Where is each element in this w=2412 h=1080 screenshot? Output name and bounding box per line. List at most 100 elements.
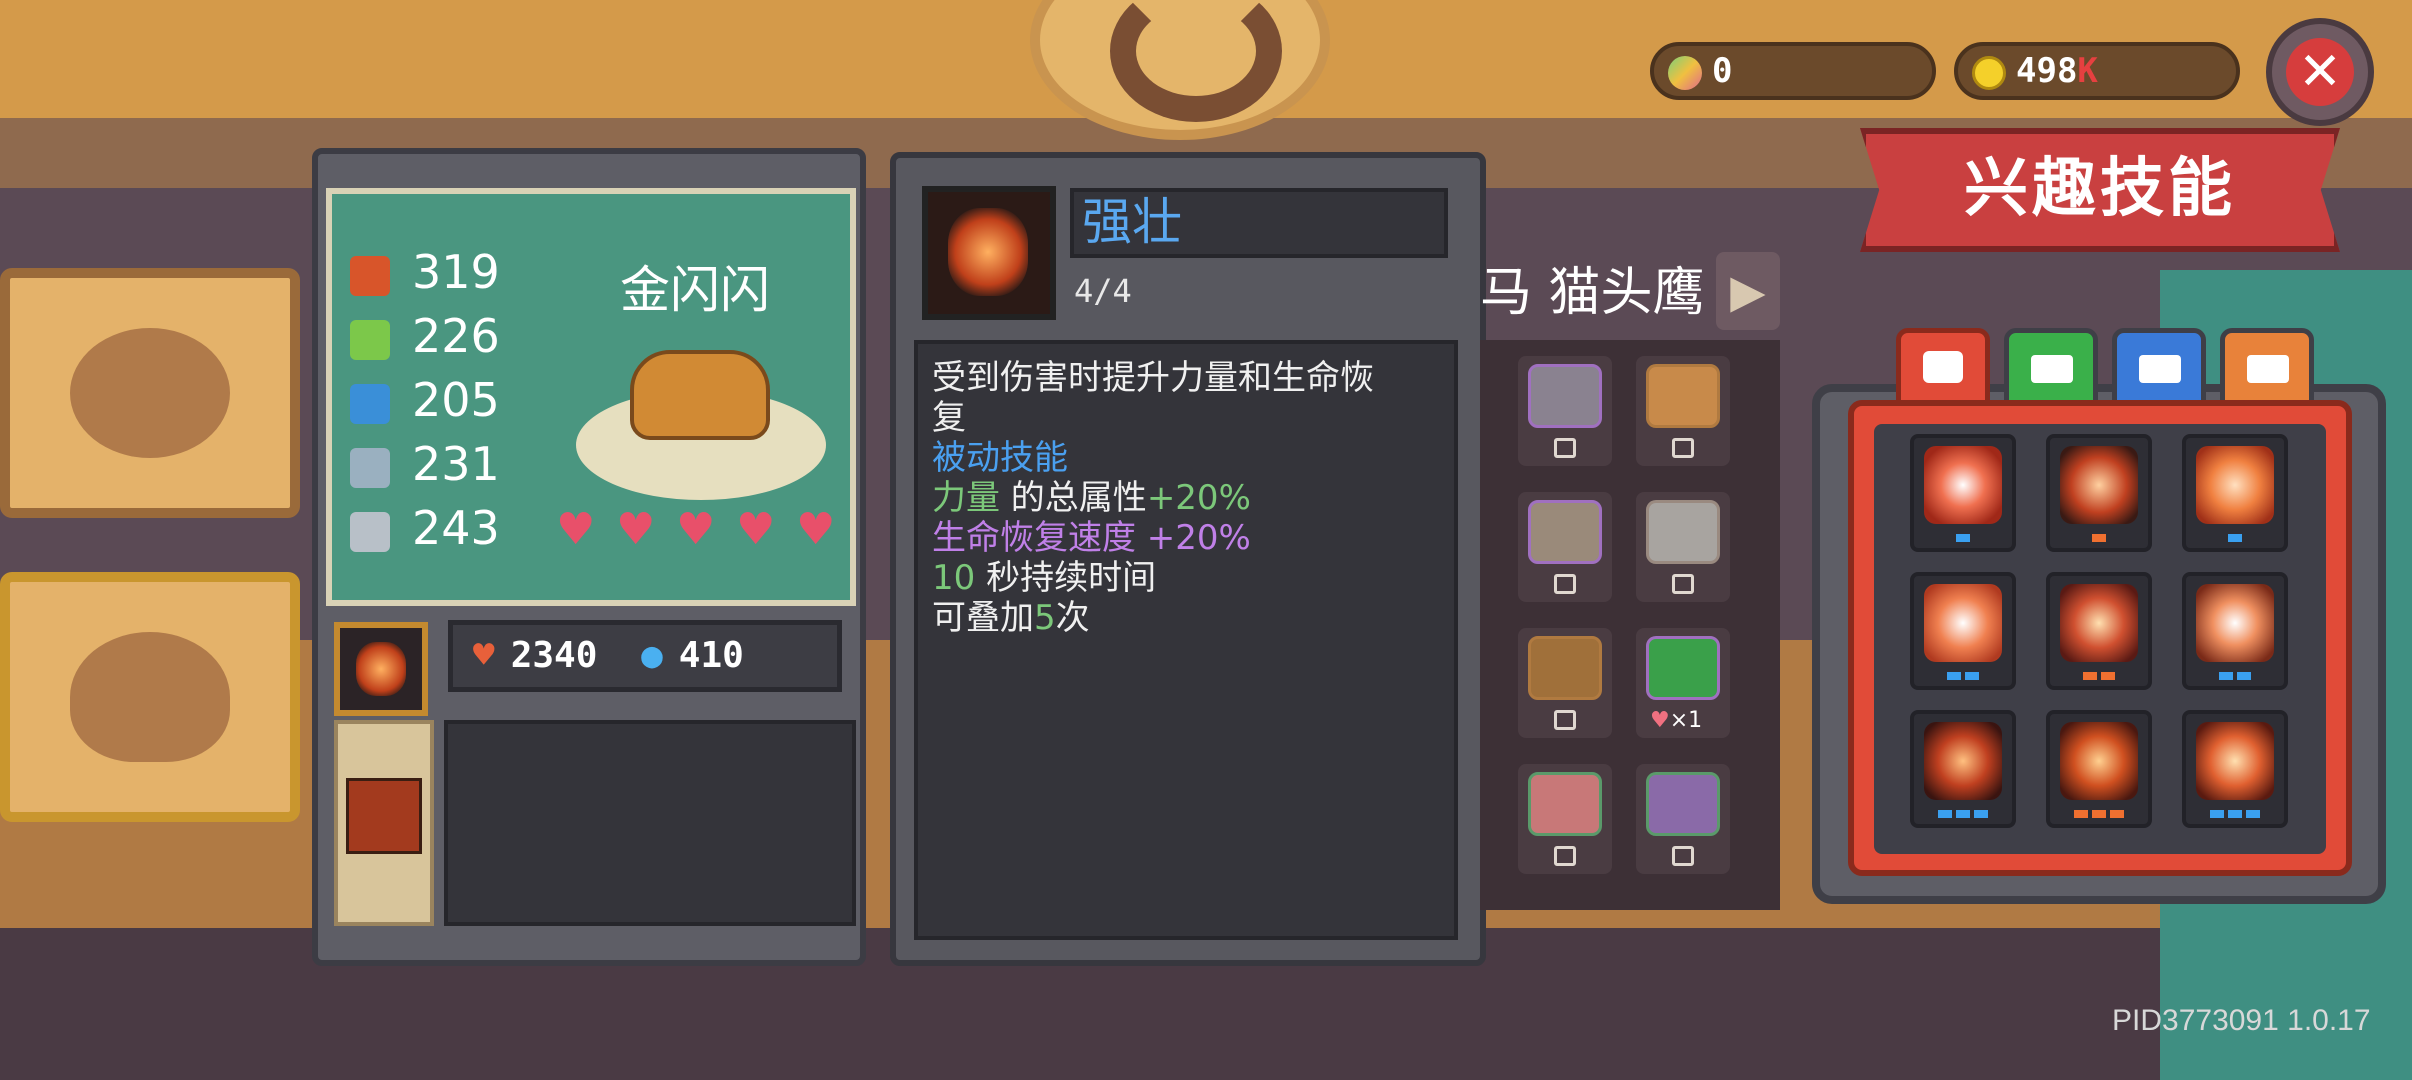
stack-line: 可叠加5次 <box>932 598 1440 638</box>
skill-vortex[interactable] <box>2046 572 2152 690</box>
shield-icon <box>350 511 390 552</box>
pet-slot-hippo-purple[interactable] <box>1636 764 1730 874</box>
skill-level-pips <box>1914 672 2012 680</box>
slash-skill-icon <box>2060 446 2138 524</box>
hobby-skill-banner: 兴趣技能 <box>1860 128 2340 252</box>
effect-line-1: 力量 的总属性+20% <box>932 478 1440 518</box>
pet-slot-tiger[interactable] <box>1636 356 1730 466</box>
coin-counter: 498K <box>1954 42 2240 100</box>
pug-pet-icon <box>1528 500 1602 564</box>
close-button[interactable]: ✕ <box>2266 18 2374 126</box>
close-icon: ✕ <box>2286 38 2354 106</box>
pet-slot-sloth[interactable] <box>1636 492 1730 602</box>
stat-value: 319 <box>412 245 500 299</box>
stack-value: 5 <box>1034 598 1056 638</box>
skill-name: 强壮 <box>1070 188 1448 258</box>
skill-level-pips <box>2186 672 2284 680</box>
skill-level-pips <box>2186 534 2284 542</box>
slash-skill-icon[interactable] <box>346 778 422 854</box>
lock-icon <box>1554 846 1576 866</box>
hippo-pet-icon <box>1528 772 1602 836</box>
next-arrow-button[interactable]: ▶ <box>1716 252 1780 330</box>
fist-tab-icon <box>1923 351 1963 383</box>
heart-icon: ♥ <box>1650 708 1670 733</box>
wind-skill-icon <box>2196 584 2274 662</box>
feather-tab-icon <box>2031 355 2073 383</box>
strength-skill-icon <box>948 208 1028 296</box>
skill-wind[interactable] <box>2182 572 2288 690</box>
coin-value: 498 <box>2016 51 2078 91</box>
skill-heal[interactable] <box>1910 434 2016 552</box>
gem-counter: 0 <box>1650 42 1936 100</box>
character-name: 金闪闪 <box>620 261 770 319</box>
pet-slot-bear[interactable] <box>1518 628 1612 738</box>
skill-detail-icon <box>922 186 1056 320</box>
tab-agility[interactable] <box>2004 328 2098 406</box>
lock-icon <box>1672 574 1694 594</box>
skill-slash[interactable] <box>2046 434 2152 552</box>
effect-text: 的总属性 <box>1000 478 1147 518</box>
pet-slot-pug[interactable] <box>1518 492 1612 602</box>
stat-value: 226 <box>412 309 500 363</box>
heart-icon: ♥ <box>736 504 776 555</box>
stat-intelligence: 205 <box>350 372 500 428</box>
stat-agility: 226 <box>350 308 500 364</box>
tab-intelligence[interactable] <box>2112 328 2206 406</box>
pet-slot-hippo-red[interactable] <box>1518 764 1612 874</box>
description-line: 受到伤害时提升力量和生命恢 <box>932 358 1374 398</box>
duration-value: 10 <box>932 558 976 598</box>
stack-suffix: 次 <box>1055 598 1090 638</box>
stat-defense: 243 <box>350 500 500 556</box>
strength-skill-icon <box>356 642 406 696</box>
pet-slot-cat[interactable] <box>1518 356 1612 466</box>
feather-icon <box>350 319 390 360</box>
egg-menu-button[interactable] <box>0 268 300 518</box>
flame-swirl-skill-icon <box>2196 722 2274 800</box>
fist-icon <box>350 255 390 296</box>
hp-value: 2340 <box>510 635 598 676</box>
coin-suffix: K <box>2077 51 2098 91</box>
skill-flame-swirl[interactable] <box>2182 710 2288 828</box>
skill-paw[interactable] <box>1910 572 2016 690</box>
skill-burst[interactable] <box>2182 434 2288 552</box>
hippo-pet-icon <box>1646 772 1720 836</box>
pet-slot-dragon[interactable]: ♥×1 <box>1636 628 1730 738</box>
mp-value: 410 <box>678 635 744 676</box>
skill-fire-punch[interactable] <box>1910 710 2016 828</box>
dragon-pet-icon <box>1646 636 1720 700</box>
heart-icon: ♥ <box>616 504 656 555</box>
effect-value: +20% <box>1146 478 1251 518</box>
burst-skill-icon <box>2196 446 2274 524</box>
skill-level-pips <box>2050 810 2148 818</box>
skill-eruption[interactable] <box>2046 710 2152 828</box>
eruption-skill-icon <box>2060 722 2138 800</box>
misc-tab-icon <box>2247 355 2289 383</box>
skill-level-pips <box>2050 534 2148 542</box>
stat-value: 205 <box>412 373 500 427</box>
tab-other[interactable] <box>2220 328 2314 406</box>
equipment-area <box>444 720 856 926</box>
lock-icon <box>1672 846 1694 866</box>
stat-strength: 319 <box>350 244 500 300</box>
coin-icon <box>1972 55 2006 90</box>
mana-drop-icon: ● <box>641 635 663 676</box>
stat-attack: 231 <box>350 436 500 492</box>
skill-type: 被动技能 <box>932 438 1068 478</box>
snail-menu-button[interactable] <box>0 572 300 822</box>
gem-value: 0 <box>1712 51 1733 91</box>
pet-count: ♥×1 <box>1650 708 1702 733</box>
cat-pet-icon <box>1528 364 1602 428</box>
gem-icon <box>1668 55 1702 90</box>
lock-icon <box>1554 438 1576 458</box>
duration-line: 10 秒持续时间 <box>932 558 1440 598</box>
tab-strength[interactable] <box>1896 328 1990 406</box>
skill-level-pips <box>2050 672 2148 680</box>
hamster-pet-sprite <box>630 350 770 440</box>
equipped-skill-slot[interactable] <box>334 622 428 716</box>
stat-value: 243 <box>412 501 500 555</box>
version-label: PID3773091 1.0.17 <box>2112 1004 2371 1037</box>
snail-icon <box>70 632 230 762</box>
heart-icon: ♥ <box>556 504 596 555</box>
skill-description: 受到伤害时提升力量和生命恢 复 被动技能 力量 的总属性+20% 生命恢复速度 … <box>914 340 1458 940</box>
duration-text: 秒持续时间 <box>975 558 1157 598</box>
